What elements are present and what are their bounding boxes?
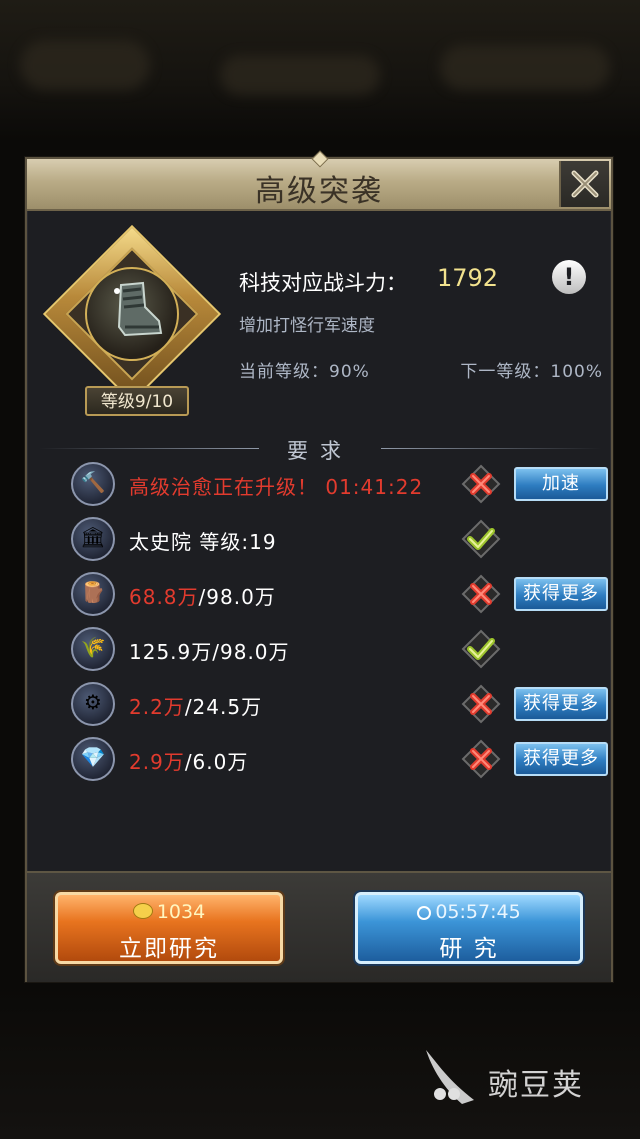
current-level: 当前等级：90% [239, 362, 370, 382]
building-icon: 🏛 [71, 517, 115, 561]
requirement-needed: /98.0万 [198, 585, 276, 609]
info-alert-icon[interactable]: ! [552, 260, 586, 294]
unmet-x-icon [461, 739, 501, 779]
watermark: 豌豆荚 [418, 1040, 618, 1110]
get-more-button[interactable]: 获得更多 [514, 742, 608, 776]
unmet-x-icon [461, 574, 501, 614]
research-label: 研 究 [439, 936, 499, 962]
instant-research-button[interactable]: 1034 立即研究 [55, 892, 283, 964]
tech-badge [42, 224, 225, 407]
level-badge: 等级9/10 [85, 386, 189, 416]
research-button[interactable]: 05:57:45 研 究 [355, 892, 583, 964]
crystal-icon: 💎 [71, 737, 115, 781]
dialog-title-bar: 高级突袭 [27, 150, 611, 211]
wheat-icon: 🌾 [71, 627, 115, 671]
background-blur [0, 0, 640, 140]
pea-pod-logo-icon [426, 1050, 474, 1104]
close-icon [571, 170, 599, 198]
instant-cost: 1034 [156, 901, 206, 923]
requirements-divider: 要求 [39, 435, 601, 463]
armored-boot-icon [114, 281, 163, 337]
requirement-row: 🌾 125.9万/98.0万 [71, 627, 611, 673]
requirement-text: 高级治愈正在升级！ 01:41:22 [129, 475, 424, 499]
requirement-text: 太史院 等级:19 [129, 530, 277, 554]
dialog-title: 高级突袭 [255, 174, 383, 209]
power-value: 1792 [437, 264, 499, 292]
clock-icon [417, 906, 432, 920]
iron-icon: ⚙ [71, 682, 115, 726]
requirement-needed: /6.0万 [184, 750, 249, 774]
research-dialog: 高级突袭 等级9/10 科技对应战斗力： 1792 ! 增加打怪行军速度 当前等… [25, 150, 613, 982]
requirement-current: 2.2万 [129, 695, 185, 719]
requirement-row: 🔨 高级治愈正在升级！ 01:41:22 加速 [71, 462, 611, 508]
requirement-row: ⚙ 2.2万/24.5万 获得更多 [71, 682, 611, 728]
requirement-row: 🏛 太史院 等级:19 [71, 517, 611, 563]
met-check-icon [461, 629, 501, 669]
requirement-needed: /24.5万 [184, 695, 263, 719]
wood-icon: 🪵 [71, 572, 115, 616]
get-more-button[interactable]: 获得更多 [514, 687, 608, 721]
power-label: 科技对应战斗力： [239, 271, 407, 295]
get-more-button[interactable]: 获得更多 [514, 577, 608, 611]
requirement-text: 125.9万/98.0万 [129, 640, 290, 664]
met-check-icon [461, 519, 501, 559]
unmet-x-icon [461, 684, 501, 724]
requirements-heading: 要求 [287, 439, 353, 463]
tech-description: 增加打怪行军速度 [239, 316, 375, 336]
watermark-text: 豌豆荚 [488, 1068, 584, 1103]
close-button[interactable] [559, 161, 609, 207]
requirement-row: 💎 2.9万/6.0万 获得更多 [71, 737, 611, 783]
requirement-row: 🪵 68.8万/98.0万 获得更多 [71, 572, 611, 618]
instant-research-label: 立即研究 [119, 936, 219, 962]
hammer-scroll-icon: 🔨 [71, 462, 115, 506]
dialog-footer: 1034 立即研究 05:57:45 研 究 [27, 871, 611, 982]
requirement-current: 68.8万 [129, 585, 199, 609]
research-time: 05:57:45 [435, 901, 521, 923]
gold-coin-icon [132, 903, 153, 919]
requirement-current: 2.9万 [129, 750, 185, 774]
unmet-x-icon [461, 464, 501, 504]
next-level: 下一等级：100% [460, 362, 603, 382]
speed-up-button[interactable]: 加速 [514, 467, 608, 501]
title-ornament [311, 150, 329, 168]
